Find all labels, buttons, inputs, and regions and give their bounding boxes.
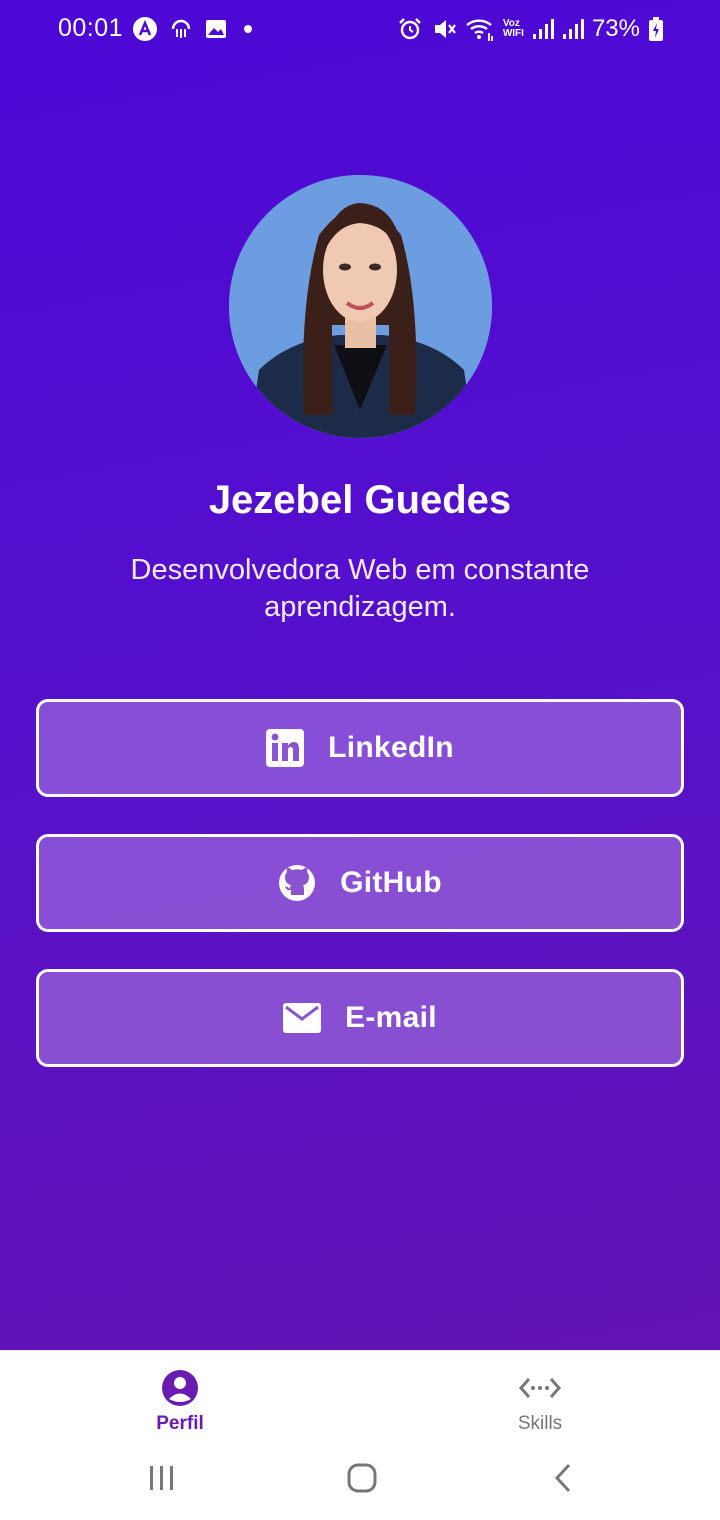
tab-skills-label: Skills: [517, 1413, 563, 1434]
dot-icon: [238, 19, 258, 39]
tab-skills[interactable]: Skills: [440, 1351, 640, 1447]
mute-icon: [431, 16, 457, 42]
github-label: GitHub: [340, 866, 442, 899]
back-button[interactable]: [534, 1458, 594, 1498]
profile-avatar: [229, 175, 492, 438]
recent-apps-icon: [147, 1464, 177, 1492]
system-nav-bar: [0, 1446, 720, 1520]
profile-bio: Desenvolvedora Web em constante aprendiz…: [130, 554, 590, 623]
back-icon: [552, 1462, 576, 1494]
app-screen: 00:01 Voz WIFI 73% Jezebel Guedes Desenv…: [0, 0, 720, 1350]
linkedin-icon: [266, 729, 305, 767]
linkedin-label: LinkedIn: [328, 731, 454, 764]
email-label: E-mail: [345, 1001, 437, 1034]
profile-name: Jezebel Guedes: [208, 478, 512, 522]
wifi-icon: [465, 16, 495, 42]
home-icon: [346, 1462, 378, 1494]
recent-apps-button[interactable]: [132, 1458, 192, 1498]
alarm-icon: [397, 16, 423, 42]
bottom-tab-bar: Perfil Skills: [0, 1350, 720, 1446]
vowifi-icon: Voz WIFI: [503, 19, 524, 39]
home-button[interactable]: [332, 1458, 392, 1498]
signal-icon: [532, 17, 554, 41]
github-button[interactable]: GitHub: [36, 834, 684, 932]
code-brackets-icon: [518, 1369, 562, 1407]
cloud-sync-icon: [168, 16, 194, 42]
status-bar: 00:01 Voz WIFI 73%: [0, 0, 720, 60]
vowifi-bottom-label: WIFI: [502, 28, 524, 39]
app-a-icon: [132, 16, 158, 42]
gallery-icon: [204, 17, 228, 41]
linkedin-button[interactable]: LinkedIn: [36, 699, 684, 797]
battery-percent: 73%: [591, 15, 640, 42]
email-button[interactable]: E-mail: [36, 969, 684, 1067]
signal-icon: [562, 17, 584, 41]
status-time: 00:01: [58, 14, 124, 42]
battery-charging-icon: [648, 16, 664, 42]
tab-perfil-label: Perfil: [156, 1413, 204, 1434]
avatar-photo: [229, 175, 492, 438]
status-left-icons: [132, 16, 258, 42]
mail-icon: [283, 1003, 322, 1033]
status-right-icons: Voz WIFI 73%: [397, 15, 664, 43]
person-circle-icon: [161, 1369, 199, 1407]
tab-perfil[interactable]: Perfil: [80, 1351, 280, 1447]
github-icon: [278, 864, 316, 902]
